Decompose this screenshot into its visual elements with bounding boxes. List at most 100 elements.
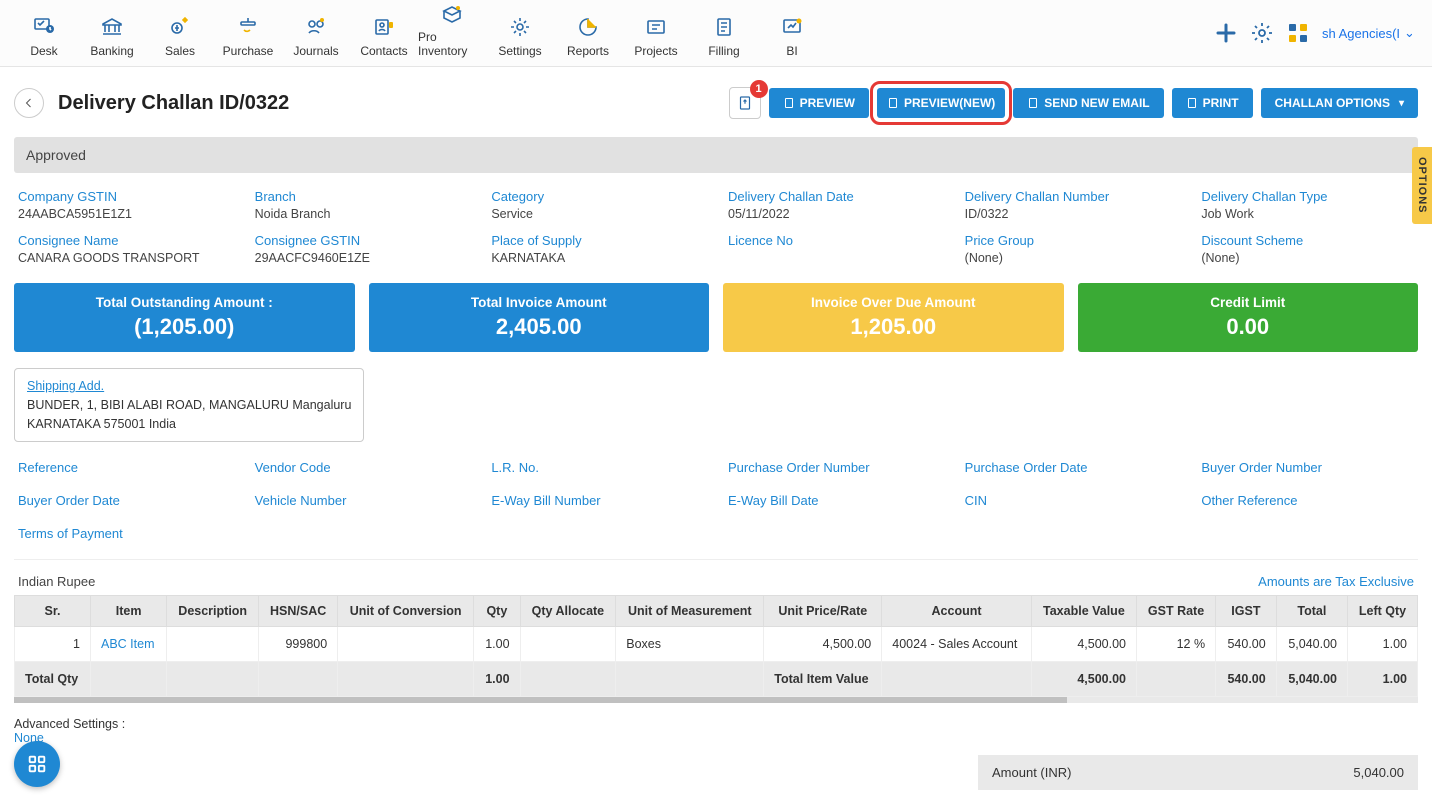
reports-icon: [574, 14, 602, 40]
summary-card: Credit Limit0.00: [1078, 283, 1419, 352]
items-table: Sr.ItemDescriptionHSN/SACUnit of Convers…: [14, 595, 1418, 697]
nav-projects[interactable]: Projects: [622, 8, 690, 58]
detail-cell: Company GSTIN 24AABCA5951E1Z1: [18, 189, 231, 221]
print-button[interactable]: PRINT: [1172, 88, 1253, 118]
nav-bi[interactable]: BI: [758, 8, 826, 58]
detail-value: KARNATAKA: [491, 251, 704, 265]
gear-icon[interactable]: [1250, 21, 1274, 45]
detail-value: 29AACFC9460E1ZE: [255, 251, 468, 265]
detail-value: (None): [965, 251, 1178, 265]
title-row: Delivery Challan ID/0322 1 PREVIEW PREVI…: [14, 87, 1418, 119]
meta-label: Vehicle Number: [255, 493, 468, 508]
detail-cell: Licence No: [728, 233, 941, 265]
detail-label: Consignee GSTIN: [255, 233, 468, 248]
top-nav: Desk Banking Sales Purchase Journals Con…: [0, 0, 1432, 67]
nav-label: BI: [786, 44, 797, 58]
chevron-down-icon: ⌄: [1404, 25, 1412, 41]
challan-options-button[interactable]: CHALLAN OPTIONS: [1261, 88, 1418, 118]
nav-contacts[interactable]: Contacts: [350, 8, 418, 58]
bank-icon: [98, 14, 126, 40]
detail-value: 24AABCA5951E1Z1: [18, 207, 231, 221]
nav-inventory[interactable]: Pro Inventory: [418, 8, 486, 58]
detail-value: Service: [491, 207, 704, 221]
preview-new-button[interactable]: PREVIEW(NEW): [877, 88, 1005, 118]
nav-sales[interactable]: Sales: [146, 8, 214, 58]
detail-cell: Consignee GSTIN 29AACFC9460E1ZE: [255, 233, 468, 265]
nav-filling[interactable]: Filling: [690, 8, 758, 58]
meta-label: E-Way Bill Date: [728, 493, 941, 508]
column-header: Account: [882, 596, 1032, 627]
table-cell: [520, 662, 616, 697]
detail-cell: Place of SupplyKARNATAKA: [491, 233, 704, 265]
table-row: 1ABC Item9998001.00Boxes4,500.0040024 - …: [15, 627, 1418, 662]
nav-items: Desk Banking Sales Purchase Journals Con…: [10, 8, 826, 58]
column-header: Qty Allocate: [520, 596, 616, 627]
attachment-button[interactable]: 1: [729, 87, 761, 119]
preview-button[interactable]: PREVIEW: [769, 88, 869, 118]
table-cell[interactable]: ABC Item: [91, 627, 167, 662]
column-header: Sr.: [15, 596, 91, 627]
summary-value: 0.00: [1086, 314, 1411, 340]
table-cell: 4,500.00: [1031, 627, 1136, 662]
detail-value: 05/11/2022: [728, 207, 941, 221]
table-body: 1ABC Item9998001.00Boxes4,500.0040024 - …: [15, 627, 1418, 697]
grid-icon: [26, 753, 48, 775]
nav-reports[interactable]: Reports: [554, 8, 622, 58]
nav-banking[interactable]: Banking: [78, 8, 146, 58]
table-cell: [167, 662, 259, 697]
detail-cell: Consignee NameCANARA GOODS TRANSPORT: [18, 233, 231, 265]
table-cell: 1.00: [474, 662, 520, 697]
nav-journals[interactable]: Journals: [282, 8, 350, 58]
contacts-icon: [370, 14, 398, 40]
table-cell: [616, 662, 764, 697]
column-header: Unit of Measurement: [616, 596, 764, 627]
adv-label: Advanced Settings :: [14, 717, 125, 731]
detail-cell: CategoryService: [491, 189, 704, 221]
column-header: Left Qty: [1348, 596, 1418, 627]
table-totals-row: Total Qty1.00Total Item Value4,500.00540…: [15, 662, 1418, 697]
btn-label: SEND NEW EMAIL: [1044, 96, 1149, 110]
add-icon[interactable]: [1214, 21, 1238, 45]
main-content: OPTIONS Delivery Challan ID/0322 1 PREVI…: [0, 67, 1432, 810]
bi-icon: [778, 14, 806, 40]
summary-value: 2,405.00: [377, 314, 702, 340]
shipping-line: KARNATAKA 575001 India: [27, 415, 351, 434]
table-cell: [338, 662, 474, 697]
detail-label: Delivery Challan Date: [728, 189, 941, 204]
nav-label: Desk: [30, 44, 57, 58]
btn-label: PRINT: [1203, 96, 1239, 110]
nav-label: Reports: [567, 44, 609, 58]
item-table-wrap: Sr.ItemDescriptionHSN/SACUnit of Convers…: [14, 595, 1418, 703]
meta-label: Purchase Order Date: [965, 460, 1178, 475]
table-cell: [91, 662, 167, 697]
options-side-tab[interactable]: OPTIONS: [1412, 147, 1432, 224]
meta-label: L.R. No.: [491, 460, 704, 475]
table-cell: 540.00: [1216, 627, 1277, 662]
nav-purchase[interactable]: Purchase: [214, 8, 282, 58]
meta-label: CIN: [965, 493, 1178, 508]
detail-cell: BranchNoida Branch: [255, 189, 468, 221]
summary-card: Invoice Over Due Amount1,205.00: [723, 283, 1064, 352]
nav-label: Settings: [498, 44, 541, 58]
detail-value[interactable]: CANARA GOODS TRANSPORT: [18, 251, 231, 265]
detail-label: Discount Scheme: [1201, 233, 1414, 248]
apps-fab[interactable]: [14, 741, 60, 787]
company-selector[interactable]: sh Agencies(I ⌄: [1322, 25, 1412, 41]
document-icon: [1186, 97, 1198, 109]
column-header: GST Rate: [1137, 596, 1216, 627]
nav-label: Banking: [90, 44, 133, 58]
journals-icon: [302, 14, 330, 40]
apps-icon[interactable]: [1286, 21, 1310, 45]
nav-desk[interactable]: Desk: [10, 8, 78, 58]
table-cell: 4,500.00: [764, 627, 882, 662]
back-button[interactable]: [14, 88, 44, 118]
summary-label: Total Outstanding Amount :: [22, 295, 347, 310]
detail-label: Company GSTIN: [18, 189, 231, 204]
horizontal-scrollbar[interactable]: [14, 697, 1418, 703]
btn-label: PREVIEW(NEW): [904, 96, 995, 110]
shipping-line: BUNDER, 1, BIBI ALABI ROAD, MANGALURU Ma…: [27, 396, 351, 415]
send-email-button[interactable]: SEND NEW EMAIL: [1013, 88, 1163, 118]
status-bar: Approved: [14, 137, 1418, 173]
nav-settings[interactable]: Settings: [486, 8, 554, 58]
detail-value: (None): [1201, 251, 1414, 265]
